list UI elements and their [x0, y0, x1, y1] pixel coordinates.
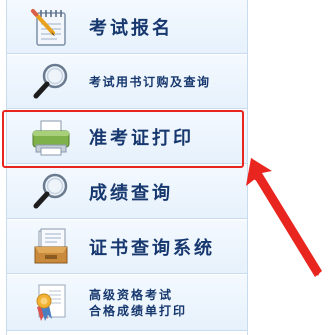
menu-item-admission-ticket-print[interactable]: 准考证打印 — [7, 110, 247, 164]
menu-item-label: 证书查询系统 — [89, 237, 215, 259]
menu-item-label: 成绩查询 — [89, 182, 173, 204]
side-menu: 考试报名 考试用书订购及查询 准考证打印 成绩查询 证书查询系统 高级资格考试 … — [6, 0, 248, 335]
menu-item-senior-score-print[interactable]: 高级资格考试 合格成绩单打印 — [7, 275, 247, 331]
menu-item-label: 考试用书订购及查询 — [89, 75, 211, 89]
menu-item-exam-registration[interactable]: 考试报名 — [7, 0, 247, 54]
menu-item-label: 高级资格考试 合格成绩单打印 — [89, 287, 187, 319]
menu-item-label-line1: 高级资格考试 — [89, 287, 174, 302]
stage: 考试报名 考试用书订购及查询 准考证打印 成绩查询 证书查询系统 高级资格考试 … — [0, 0, 328, 335]
award-ribbon-icon — [27, 281, 75, 325]
magnifier-icon — [27, 170, 75, 214]
menu-item-book-order[interactable]: 考试用书订购及查询 — [7, 55, 247, 109]
menu-item-score-query[interactable]: 成绩查询 — [7, 165, 247, 219]
certificate-box-icon — [27, 225, 75, 269]
menu-item-label: 准考证打印 — [89, 127, 194, 149]
printer-icon — [27, 115, 75, 159]
magnifier-icon — [27, 60, 75, 104]
notepad-icon — [27, 5, 75, 49]
menu-item-label-line2: 合格成绩单打印 — [89, 303, 188, 318]
menu-item-certificate-query[interactable]: 证书查询系统 — [7, 220, 247, 274]
menu-item-label: 考试报名 — [89, 17, 173, 39]
